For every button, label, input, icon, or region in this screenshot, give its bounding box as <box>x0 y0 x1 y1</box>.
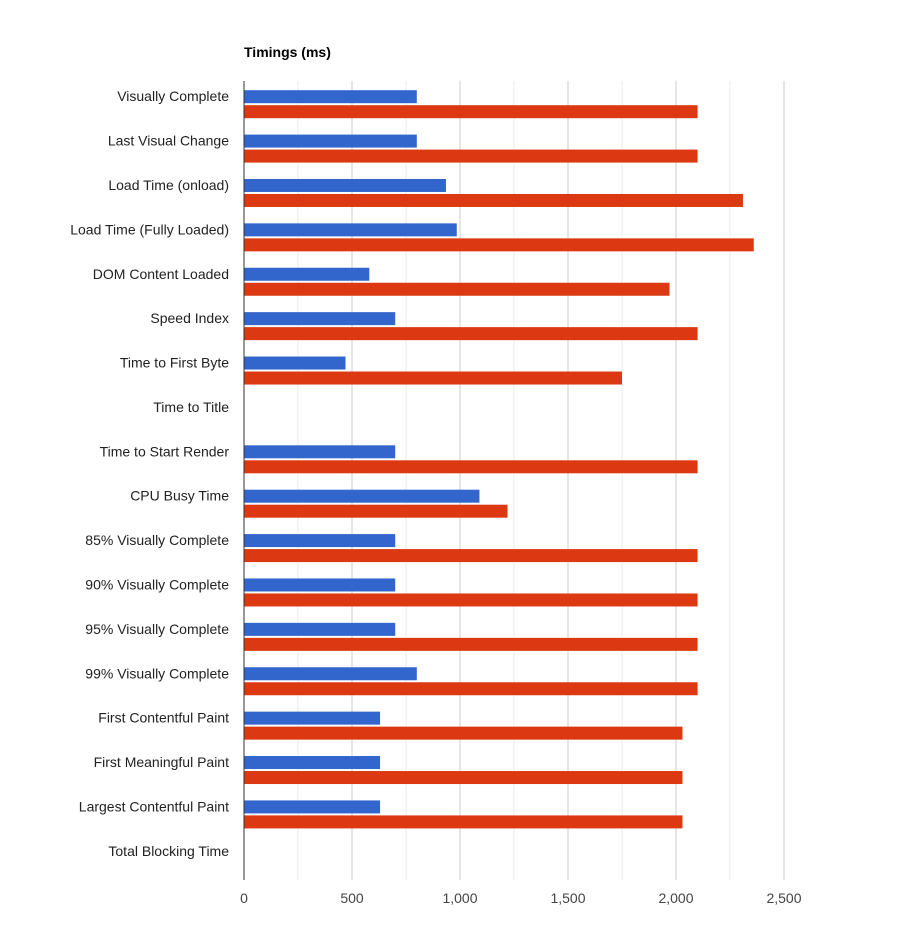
bar-series-2[interactable] <box>244 815 683 829</box>
category-label: Time to Start Render <box>100 443 230 459</box>
x-tick-label: 2,000 <box>658 890 693 906</box>
bar-series-1[interactable] <box>244 223 457 237</box>
bar-series-2[interactable] <box>244 549 698 563</box>
category-label: Load Time (Fully Loaded) <box>70 221 229 237</box>
bar-series-1[interactable] <box>244 800 381 814</box>
bar-series-1[interactable] <box>244 667 417 681</box>
category-label: Visually Complete <box>117 88 229 104</box>
category-label: Speed Index <box>150 310 229 326</box>
x-tick-label: 2,500 <box>766 890 801 906</box>
bar-series-1[interactable] <box>244 312 396 326</box>
bar-series-2[interactable] <box>244 771 683 785</box>
bar-series-1[interactable] <box>244 711 381 725</box>
x-tick-label: 500 <box>340 890 364 906</box>
timings-chart: Timings (ms) Visually Complete Last Visua… <box>70 44 802 906</box>
category-label: DOM Content Loaded <box>93 266 229 282</box>
bar-series-2[interactable] <box>244 327 698 341</box>
bars <box>244 90 754 829</box>
bar-series-1[interactable] <box>244 534 396 548</box>
bar-series-1[interactable] <box>244 756 381 770</box>
bar-series-1[interactable] <box>244 178 446 192</box>
bar-series-2[interactable] <box>244 637 698 651</box>
category-label: First Contentful Paint <box>98 710 229 726</box>
bar-series-2[interactable] <box>244 238 754 252</box>
category-label: CPU Busy Time <box>130 488 229 504</box>
x-tick-labels: 0 500 1,000 1,500 2,000 2,500 <box>240 890 802 906</box>
category-label: Last Visual Change <box>108 133 229 149</box>
x-tick-label: 1,500 <box>550 890 585 906</box>
bar-series-2[interactable] <box>244 460 698 474</box>
bar-series-2[interactable] <box>244 105 698 119</box>
bar-series-2[interactable] <box>244 282 670 296</box>
bar-series-1[interactable] <box>244 90 417 104</box>
category-label: Time to Title <box>153 399 229 415</box>
bar-series-1[interactable] <box>244 267 370 281</box>
category-label: 95% Visually Complete <box>85 621 229 637</box>
category-label: Largest Contentful Paint <box>79 798 229 814</box>
category-label: 90% Visually Complete <box>85 576 229 592</box>
bar-series-2[interactable] <box>244 193 743 207</box>
bar-series-1[interactable] <box>244 134 417 148</box>
category-labels: Visually Complete Last Visual Change Load … <box>70 88 229 859</box>
bar-series-2[interactable] <box>244 682 698 696</box>
bar-series-1[interactable] <box>244 356 346 370</box>
bar-series-2[interactable] <box>244 726 683 740</box>
x-tick-label: 1,000 <box>442 890 477 906</box>
category-label: Total Blocking Time <box>108 843 229 859</box>
bar-series-2[interactable] <box>244 149 698 163</box>
bar-series-2[interactable] <box>244 593 698 607</box>
bar-series-1[interactable] <box>244 489 480 503</box>
chart-title: Timings (ms) <box>244 44 331 60</box>
category-label: Time to First Byte <box>120 355 229 371</box>
x-tick-label: 0 <box>240 890 248 906</box>
category-label: 99% Visually Complete <box>85 665 229 681</box>
bar-series-2[interactable] <box>244 504 508 518</box>
category-label: 85% Visually Complete <box>85 532 229 548</box>
category-label: First Meaningful Paint <box>94 754 230 770</box>
bar-series-2[interactable] <box>244 371 622 385</box>
bar-series-1[interactable] <box>244 622 396 636</box>
category-label: Load Time (onload) <box>108 177 229 193</box>
bar-series-1[interactable] <box>244 445 396 459</box>
bar-series-1[interactable] <box>244 578 396 592</box>
